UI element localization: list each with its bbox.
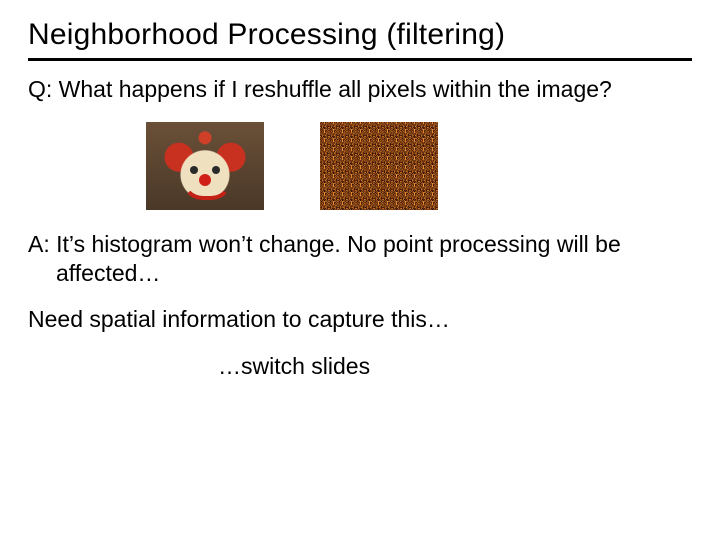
slide: Neighborhood Processing (filtering) Q: W…: [0, 0, 720, 540]
switch-text: …switch slides: [28, 352, 692, 381]
original-image: [146, 122, 264, 210]
title-underline: [28, 58, 692, 61]
slide-body: Q: What happens if I reshuffle all pixel…: [28, 75, 692, 381]
need-text: Need spatial information to capture this…: [28, 305, 692, 334]
question-text: Q: What happens if I reshuffle all pixel…: [28, 75, 692, 104]
shuffled-image: [320, 122, 438, 210]
answer-text: A: It’s histogram won’t change. No point…: [28, 230, 692, 288]
slide-title: Neighborhood Processing (filtering): [28, 18, 692, 52]
image-row: [146, 122, 692, 210]
